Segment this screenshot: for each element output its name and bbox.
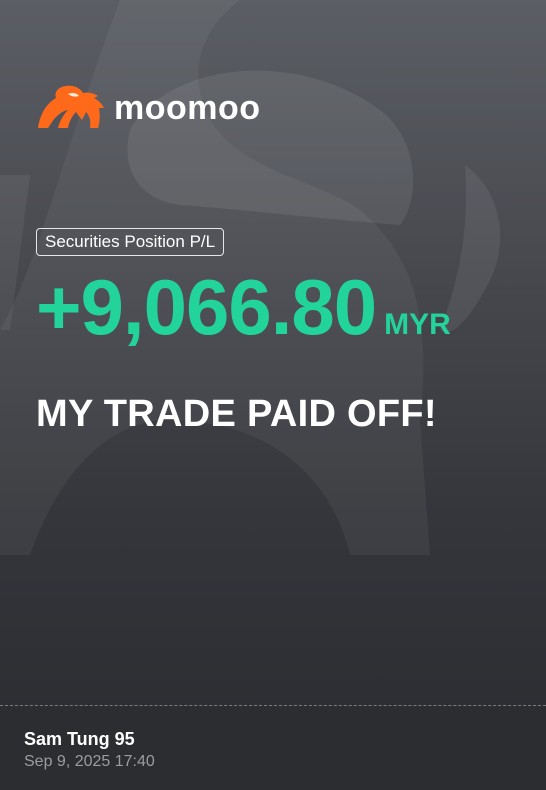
footer: Sam Tung 95 Sep 9, 2025 17:40: [0, 706, 546, 790]
headline: MY TRADE PAID OFF!: [36, 393, 437, 435]
pl-amount-row: +9,066.80 MYR: [36, 268, 451, 346]
share-card: moomoo Securities Position P/L +9,066.80…: [0, 0, 546, 790]
brand-logo: moomoo: [36, 84, 261, 132]
brand-name: moomoo: [114, 89, 261, 127]
bull-head-icon: [38, 85, 104, 128]
user-name: Sam Tung 95: [24, 729, 135, 749]
timestamp: Sep 9, 2025 17:40: [24, 753, 155, 770]
pl-amount: +9,066.80: [36, 263, 377, 351]
currency-label: MYR: [384, 308, 451, 341]
position-pl-badge: Securities Position P/L: [36, 228, 225, 256]
